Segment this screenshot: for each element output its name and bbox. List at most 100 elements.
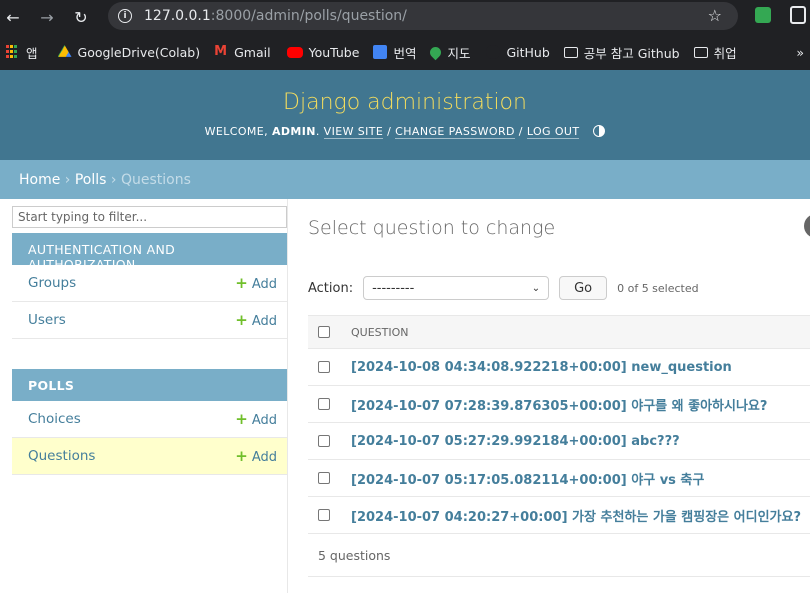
apps-grid-icon [6, 45, 20, 59]
site-info-icon[interactable]: i [118, 9, 132, 23]
browser-toolbar: ← → ↻ i 127.0.0.1:8000/admin/polls/quest… [0, 0, 810, 34]
add-choices-link[interactable]: + Add [235, 410, 277, 428]
back-icon[interactable]: ← [0, 4, 26, 30]
bookmark-youtube[interactable]: YouTube [281, 45, 366, 60]
model-link-users[interactable]: Users [28, 312, 66, 328]
change-password-link[interactable]: CHANGE PASSWORD [395, 125, 515, 139]
model-link-groups[interactable]: Groups [28, 275, 76, 291]
action-label: Action: [308, 280, 354, 296]
extension-icon[interactable] [755, 7, 771, 23]
row-checkbox[interactable] [318, 398, 330, 410]
breadcrumb-home[interactable]: Home [19, 172, 60, 188]
bookmark-label: Gmail [234, 44, 271, 60]
question-link[interactable]: [2024-10-08 04:34:08.922218+00:00] new_q… [351, 360, 732, 375]
admin-header: Django administration WELCOME, ADMIN. VI… [0, 70, 810, 160]
model-link-questions[interactable]: Questions [28, 448, 95, 464]
welcome-text: WELCOME, [204, 125, 269, 138]
url-path: :8000/admin/polls/question/ [210, 8, 407, 24]
sidebar-item-questions: Questions + Add [12, 438, 287, 475]
bookmarks-bar: 앱 GoogleDrive(Colab) M Gmail YouTube 번역 … [0, 34, 810, 70]
translate-icon [373, 45, 388, 59]
theme-toggle-icon[interactable] [593, 125, 606, 137]
question-link[interactable]: [2024-10-07 07:28:39.876305+00:00] 야구를 왜… [351, 395, 767, 414]
url-host: 127.0.0.1 [144, 8, 211, 24]
folder-icon [563, 46, 578, 58]
go-button[interactable]: Go [559, 276, 608, 300]
bookmark-folder-study[interactable]: 공부 참고 Github [558, 43, 686, 62]
address-bar[interactable]: i 127.0.0.1:8000/admin/polls/question/ ☆ [108, 2, 738, 30]
bookmark-star-icon[interactable]: ☆ [708, 6, 722, 25]
row-checkbox[interactable] [318, 509, 330, 521]
module-caption[interactable]: POLLS [12, 369, 287, 401]
bookmark-translate[interactable]: 번역 [367, 43, 422, 62]
bookmark-label: 번역 [393, 45, 417, 61]
reload-icon[interactable]: ↻ [68, 4, 94, 30]
bookmark-github[interactable]: GitHub [480, 45, 555, 60]
question-link[interactable]: [2024-10-07 05:17:05.082114+00:00] 야구 vs… [351, 469, 704, 488]
github-icon [486, 45, 501, 59]
select-all-checkbox[interactable] [318, 326, 330, 338]
bookmark-folder-jobs[interactable]: 취업 [688, 43, 743, 62]
model-link-choices[interactable]: Choices [28, 411, 81, 427]
add-groups-link[interactable]: + Add [235, 274, 277, 292]
google-drive-icon [57, 45, 72, 57]
bookmark-apps[interactable]: 앱 [0, 43, 44, 62]
youtube-icon [286, 46, 303, 58]
bookmark-label: GoogleDrive(Colab) [77, 44, 201, 60]
log-out-link[interactable]: LOG OUT [526, 125, 580, 139]
column-header-question[interactable]: QUESTION [351, 326, 409, 339]
folder-icon [693, 46, 708, 58]
selected-count: 0 of 5 selected [617, 281, 699, 295]
table-row: [2024-10-08 04:34:08.922218+00:00] new_q… [308, 349, 810, 386]
breadcrumb: Home › Polls › Questions [0, 160, 810, 199]
paginator: 5 questions [308, 540, 810, 577]
extensions-puzzle-icon[interactable] [790, 6, 806, 24]
nav-sidebar: Start typing to filter... AUTHENTICATION… [0, 199, 288, 593]
add-question-button[interactable] [804, 214, 810, 238]
breadcrumb-current: Questions [120, 172, 191, 188]
bookmark-label: 공부 참고 Github [583, 45, 680, 61]
sidebar-item-users: Users + Add [12, 302, 287, 339]
add-questions-link[interactable]: + Add [235, 447, 277, 465]
table-header: QUESTION [308, 315, 810, 349]
row-checkbox[interactable] [318, 472, 330, 484]
plus-icon: + [235, 410, 248, 428]
result-list: QUESTION [2024-10-08 04:34:08.922218+00:… [308, 315, 810, 534]
forward-icon[interactable]: → [34, 4, 60, 30]
gmail-icon: M [214, 44, 228, 59]
view-site-link[interactable]: VIEW SITE [323, 125, 384, 139]
sidebar-item-choices: Choices + Add [12, 401, 287, 438]
plus-icon: + [235, 311, 248, 329]
question-link[interactable]: [2024-10-07 04:20:27+00:00] 가장 추천하는 가을 캠… [351, 506, 801, 525]
actions-bar: Action: --------- ⌄ Go 0 of 5 selected [308, 276, 699, 300]
add-users-link[interactable]: + Add [235, 311, 277, 329]
username: ADMIN [271, 125, 316, 138]
row-checkbox[interactable] [318, 435, 330, 447]
chevron-down-icon: ⌄ [531, 282, 541, 294]
plus-icon: + [235, 274, 248, 292]
question-link[interactable]: [2024-10-07 05:27:29.992184+00:00] abc??… [351, 434, 680, 449]
table-row: [2024-10-07 07:28:39.876305+00:00] 야구를 왜… [308, 386, 810, 423]
table-row: [2024-10-07 05:17:05.082114+00:00] 야구 vs… [308, 460, 810, 497]
bookmark-maps[interactable]: 지도 [424, 43, 476, 62]
bookmark-label: 앱 [26, 45, 38, 61]
bookmark-label: 지도 [447, 45, 471, 61]
breadcrumb-polls[interactable]: Polls [75, 172, 107, 188]
bookmarks-more[interactable]: » [790, 45, 810, 60]
bookmark-gmail[interactable]: M Gmail [208, 45, 276, 60]
bookmark-label: GitHub [506, 44, 550, 60]
site-branding[interactable]: Django administration [0, 70, 810, 115]
row-checkbox[interactable] [318, 361, 330, 373]
bookmark-googledrive[interactable]: GoogleDrive(Colab) [52, 45, 207, 60]
module-caption[interactable]: AUTHENTICATION AND AUTHORIZATION [12, 233, 287, 272]
module-auth: AUTHENTICATION AND AUTHORIZATION Groups … [12, 233, 287, 339]
page-title: Select question to change [308, 217, 556, 239]
table-row: [2024-10-07 04:20:27+00:00] 가장 추천하는 가을 캠… [308, 497, 810, 534]
plus-icon: + [235, 447, 248, 465]
maps-pin-icon [428, 44, 444, 60]
action-select[interactable]: --------- ⌄ [363, 276, 550, 300]
bookmark-label: 취업 [713, 45, 737, 61]
table-row: [2024-10-07 05:27:29.992184+00:00] abc??… [308, 423, 810, 460]
nav-filter-input[interactable]: Start typing to filter... [12, 206, 287, 228]
module-polls: POLLS Choices + Add Questions + Add [12, 369, 287, 475]
